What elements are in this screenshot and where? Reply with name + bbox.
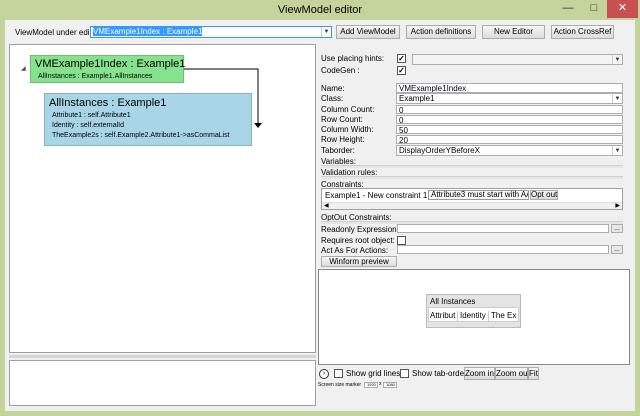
viewmodel-combo[interactable]: VMExample1Index : Example1 ▼	[90, 26, 332, 38]
taborder-combo[interactable]: DisplayOrderYBeforeX ▼	[396, 145, 623, 156]
requires-root-label: Requires root object:	[321, 236, 395, 245]
close-icon[interactable]: ✕	[607, 0, 638, 18]
grid-title: All Instances	[430, 297, 476, 306]
size-separator: x	[379, 381, 382, 387]
column-count-label: Column Count:	[321, 105, 375, 114]
requires-root-checkbox[interactable]	[397, 236, 406, 245]
viewmodel-combo-value: VMExample1Index : Example1	[93, 27, 203, 36]
constraints-list[interactable]: Example1 - New constraint 1 - Attribute3…	[321, 188, 623, 210]
child-box-line: Identity : self.externalId	[52, 122, 124, 129]
opt-out-button[interactable]: Opt out	[530, 190, 558, 200]
child-box-line: TheExample2s : self.Example2.Attribute1-…	[52, 132, 230, 139]
chevron-down-icon[interactable]: ▼	[612, 146, 622, 155]
screen-size-marker-label: Screen size marker	[318, 382, 362, 388]
screen-height-field[interactable]: 1080	[383, 382, 397, 388]
splitter[interactable]	[9, 355, 316, 358]
grid-header: Attribut Identity The Ex	[428, 307, 519, 322]
class-label: Class:	[321, 94, 344, 103]
diagram-panel[interactable]: ◢ VMExample1Index : Example1 AllInstance…	[9, 44, 316, 353]
readonly-expression-label: Readonly Expression:	[321, 225, 399, 234]
use-placing-hints-label: Use placing hints:	[321, 54, 385, 63]
grid-column-header[interactable]: Identity	[460, 311, 489, 321]
name-field[interactable]: VMExample1Index	[396, 83, 623, 93]
chevron-down-icon[interactable]: ▼	[321, 27, 331, 37]
readonly-expression-field[interactable]	[397, 224, 609, 233]
winform-preview-panel[interactable]: All Instances Attribut Identity The Ex	[318, 269, 630, 365]
scroll-left-icon[interactable]: ◀	[324, 202, 329, 209]
minimize-icon[interactable]: —	[555, 0, 581, 18]
navigate-icon[interactable]: ›	[319, 369, 329, 379]
chevron-down-icon[interactable]: ▼	[612, 55, 622, 64]
column-count-field[interactable]: 0	[396, 105, 623, 114]
grid-preview[interactable]: All Instances Attribut Identity The Ex	[426, 294, 521, 328]
class-combo-value: Example1	[399, 94, 435, 103]
child-box-title: AllInstances : Example1	[49, 97, 167, 109]
constraint-text: Example1 - New constraint 1 -	[325, 191, 433, 200]
grid-column-header[interactable]: Attribut	[430, 311, 458, 321]
client-area: ViewModel under edit: VMExample1Index : …	[5, 20, 635, 411]
chevron-down-icon[interactable]: ▼	[612, 94, 622, 103]
window-title: ViewModel editor	[277, 4, 363, 16]
show-grid-lines-label: Show grid lines	[346, 369, 401, 378]
bottom-left-panel	[9, 360, 316, 406]
row-count-field[interactable]: 0	[396, 115, 623, 124]
show-tab-order-checkbox[interactable]	[400, 369, 409, 378]
column-width-label: Column Width:	[321, 125, 374, 134]
placing-hints-combo[interactable]: ▼	[412, 54, 623, 65]
show-tab-order-label: Show tab-order	[412, 369, 467, 378]
viewmodel-label: ViewModel under edit:	[15, 28, 95, 37]
row-height-label: Row Height:	[321, 135, 365, 144]
name-label: Name:	[321, 84, 345, 93]
use-placing-hints-checkbox[interactable]: ✓	[397, 54, 406, 63]
screen-width-field[interactable]: 1920	[364, 382, 378, 388]
winform-preview-button[interactable]: Winform preview	[321, 256, 397, 267]
action-crossref-button[interactable]: Action CrossRef	[551, 25, 614, 39]
act-as-browse-button[interactable]: ...	[611, 245, 623, 254]
readonly-expression-browse-button[interactable]: ...	[611, 224, 623, 233]
codegen-label: CodeGen :	[321, 66, 360, 75]
horizontal-scrollbar[interactable]: ◀ ▶	[322, 202, 622, 209]
constraint-message: Attribute3 must start with AAA	[428, 190, 529, 200]
class-combo[interactable]: Example1 ▼	[396, 93, 623, 104]
root-viewmodel-box[interactable]: VMExample1Index : Example1 AllInstances …	[30, 55, 186, 83]
fit-button[interactable]: Fit	[528, 367, 539, 380]
codegen-checkbox[interactable]: ✓	[397, 66, 406, 75]
row-count-label: Row Count:	[321, 115, 363, 124]
act-as-label: Act As For Actions:	[321, 246, 389, 255]
add-viewmodel-button[interactable]: Add ViewModel	[336, 25, 400, 39]
column-width-field[interactable]: 50	[396, 125, 623, 134]
root-box-line: AllInstances : Example1.AllInstances	[38, 73, 153, 80]
maximize-icon[interactable]: □	[581, 0, 607, 18]
action-definitions-button[interactable]: Action definitions	[406, 25, 476, 39]
act-as-field[interactable]	[397, 245, 609, 254]
root-box-title: VMExample1Index : Example1	[35, 58, 186, 70]
taborder-label: Taborder:	[321, 146, 355, 155]
new-editor-button[interactable]: New Editor	[482, 25, 545, 39]
validation-rules-list[interactable]	[321, 176, 623, 179]
expand-icon[interactable]: ◢	[21, 65, 26, 72]
grid-column-header[interactable]: The Ex	[491, 311, 519, 321]
zoom-out-button[interactable]: Zoom out	[495, 367, 530, 380]
scroll-right-icon[interactable]: ▶	[615, 202, 620, 209]
show-grid-lines-checkbox[interactable]	[334, 369, 343, 378]
zoom-in-button[interactable]: Zoom in	[464, 367, 495, 380]
row-height-field[interactable]: 20	[396, 135, 623, 144]
child-box-line: Attribute1 : self.Attribute1	[52, 112, 131, 119]
taborder-combo-value: DisplayOrderYBeforeX	[399, 146, 480, 155]
child-allinstances-box[interactable]: AllInstances : Example1 Attribute1 : sel…	[44, 93, 252, 146]
app-window: ViewModel editor — □ ✕ ViewModel under e…	[0, 0, 640, 416]
